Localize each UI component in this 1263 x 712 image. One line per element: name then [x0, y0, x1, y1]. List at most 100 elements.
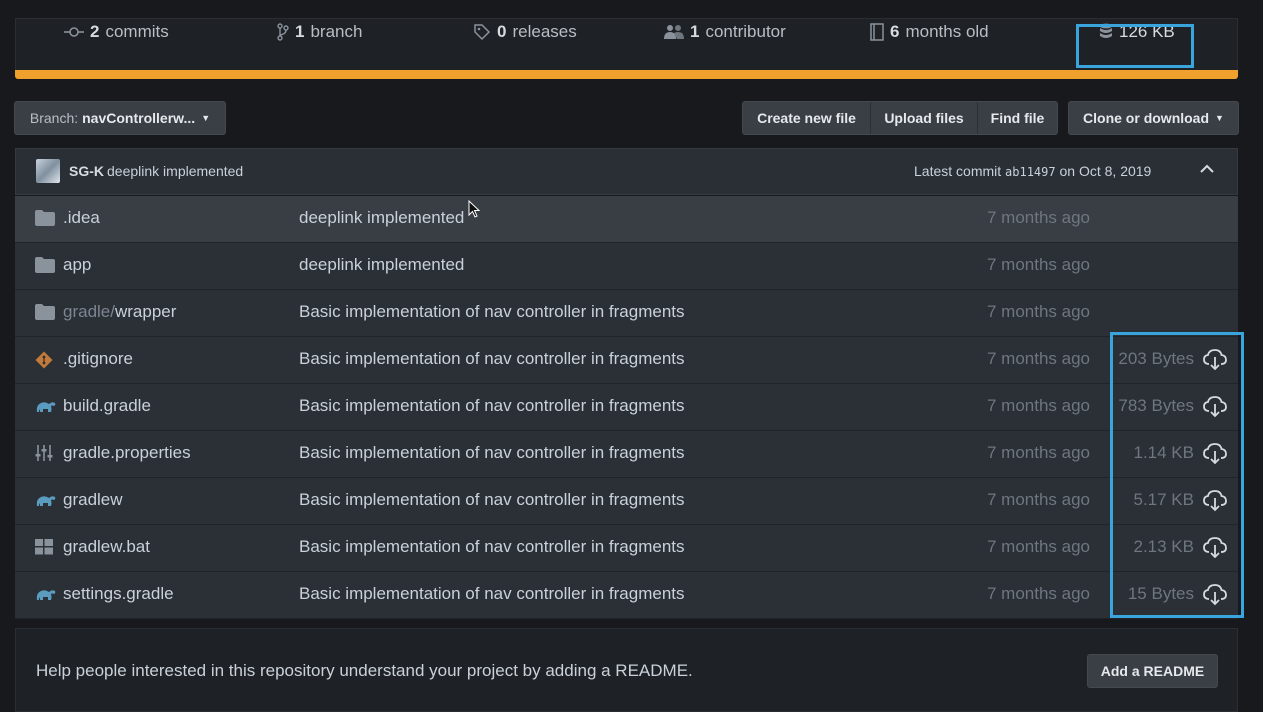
file-age: 7 months ago [987, 537, 1091, 556]
commits-count: 2 [90, 22, 100, 41]
branch-name: navControllerw... [82, 110, 196, 126]
size-highlight-box [1076, 24, 1194, 68]
branch-label: branch [310, 22, 363, 41]
file-name-link[interactable]: .idea [63, 208, 100, 228]
age-stat: 6 months old [870, 18, 989, 46]
file-commit-message[interactable]: Basic implementation of nav controller i… [299, 584, 685, 604]
gradle-icon [35, 492, 56, 510]
file-commit-message[interactable]: Basic implementation of nav controller i… [299, 490, 685, 510]
branch-select-button[interactable]: Branch: navControllerw... ▼ [14, 101, 226, 135]
latest-commit-info: Latest commit ab11497 on Oct 8, 2019 [914, 163, 1151, 179]
file-commit-message[interactable]: Basic implementation of nav controller i… [299, 396, 685, 416]
create-new-file-button[interactable]: Create new file [743, 102, 871, 134]
commit-author[interactable]: SG-K [69, 163, 104, 179]
add-readme-button[interactable]: Add a README [1087, 654, 1218, 688]
releases-count: 0 [497, 22, 507, 41]
file-row[interactable]: gradle.properties Basic implementation of… [15, 431, 1238, 478]
branch-icon [277, 23, 289, 41]
commits-stat[interactable]: 2 commits [64, 18, 169, 46]
file-row[interactable]: .idea deeplink implemented 7 months ago [15, 196, 1238, 243]
file-name-link[interactable]: gradle/wrapper [63, 302, 176, 322]
git-icon [35, 351, 55, 369]
file-name[interactable]: build.gradle [63, 396, 151, 415]
file-row[interactable]: .gitignore Basic implementation of nav co… [15, 337, 1238, 384]
gradle-icon [35, 586, 56, 604]
file-name[interactable]: .gitignore [63, 349, 133, 368]
file-name[interactable]: app [63, 255, 91, 274]
file-name-link[interactable]: .gitignore [63, 349, 133, 369]
caret-down-icon: ▼ [1215, 113, 1224, 123]
folder-icon [35, 304, 55, 322]
branch-prefix: Branch: [29, 110, 79, 126]
releases-stat[interactable]: 0 releases [473, 18, 577, 46]
file-name-link[interactable]: gradlew.bat [63, 537, 150, 557]
file-name[interactable]: settings.gradle [63, 584, 174, 603]
file-commit-message[interactable]: deeplink implemented [299, 255, 464, 275]
contributors-stat[interactable]: 1 contributor [664, 18, 786, 46]
folder-icon [35, 257, 55, 275]
file-commit-message[interactable]: Basic implementation of nav controller i… [299, 537, 685, 557]
gradle-icon [35, 398, 56, 416]
clone-label: Clone or download [1083, 110, 1210, 126]
commit-icon [64, 25, 84, 39]
file-row[interactable]: settings.gradle Basic implementation of n… [15, 572, 1238, 619]
file-name[interactable]: gradle.properties [63, 443, 191, 462]
file-age: 7 months ago [987, 208, 1091, 227]
file-commit-message[interactable]: deeplink implemented [299, 208, 464, 228]
file-age: 7 months ago [987, 490, 1091, 509]
file-commit-message[interactable]: Basic implementation of nav controller i… [299, 443, 685, 463]
commits-label: commits [105, 22, 169, 41]
chevron-up-icon[interactable] [1200, 161, 1214, 179]
people-icon [664, 24, 684, 40]
file-age: 7 months ago [987, 584, 1091, 603]
file-name[interactable]: .idea [63, 208, 100, 227]
file-name-link[interactable]: app [63, 255, 91, 275]
file-age: 7 months ago [987, 443, 1091, 462]
file-name-link[interactable]: gradlew [63, 490, 123, 510]
settings-sliders-icon [35, 445, 55, 463]
file-name[interactable]: gradlew.bat [63, 537, 150, 556]
file-name[interactable]: gradlew [63, 490, 123, 509]
latest-commit-bar: SG-K deeplink implemented Latest commit … [15, 148, 1238, 195]
file-name[interactable]: wrapper [115, 302, 176, 321]
branch-stat[interactable]: 1 branch [277, 18, 362, 46]
commit-sha[interactable]: ab11497 [1005, 165, 1056, 179]
file-age: 7 months ago [987, 396, 1091, 415]
upload-files-button[interactable]: Upload files [871, 102, 978, 134]
caret-down-icon: ▼ [201, 113, 211, 123]
readme-prompt-text: Help people interested in this repositor… [36, 661, 693, 680]
file-name-link[interactable]: settings.gradle [63, 584, 174, 604]
folder-icon [35, 210, 55, 228]
file-row[interactable]: app deeplink implemented 7 months ago [15, 243, 1238, 290]
avatar[interactable] [36, 159, 60, 183]
file-commit-message[interactable]: Basic implementation of nav controller i… [299, 349, 685, 369]
contributor-label: contributor [705, 22, 786, 41]
file-list: .idea deeplink implemented 7 months ago app… [15, 196, 1238, 619]
mouse-cursor-icon [468, 200, 480, 218]
age-label: months old [905, 22, 989, 41]
file-actions-group: Create new file Upload files Find file [742, 101, 1058, 135]
language-bar [15, 70, 1238, 79]
repo-summary-bar [15, 18, 1238, 76]
windows-icon [35, 539, 55, 557]
latest-commit-label: Latest commit [914, 163, 1002, 179]
readme-prompt: Help people interested in this repositor… [15, 628, 1238, 712]
commit-message[interactable]: deeplink implemented [107, 163, 243, 179]
file-name-link[interactable]: build.gradle [63, 396, 151, 416]
file-commit-message[interactable]: Basic implementation of nav controller i… [299, 302, 685, 322]
file-row[interactable]: build.gradle Basic implementation of nav … [15, 384, 1238, 431]
file-row[interactable]: gradlew Basic implementation of nav contr… [15, 478, 1238, 525]
find-file-button[interactable]: Find file [978, 102, 1057, 134]
file-age: 7 months ago [987, 349, 1091, 368]
file-row[interactable]: gradlew.bat Basic implementation of nav c… [15, 525, 1238, 572]
file-row[interactable]: gradle/wrapper Basic implementation of na… [15, 290, 1238, 337]
releases-label: releases [512, 22, 577, 41]
commit-date: on Oct 8, 2019 [1059, 163, 1152, 179]
clone-or-download-button[interactable]: Clone or download ▼ [1068, 101, 1239, 135]
file-age: 7 months ago [987, 302, 1091, 321]
file-path-prefix[interactable]: gradle/ [63, 302, 115, 321]
sizes-highlight-box [1110, 332, 1244, 618]
file-name-link[interactable]: gradle.properties [63, 443, 191, 463]
file-age: 7 months ago [987, 255, 1091, 274]
tag-icon [473, 23, 491, 41]
